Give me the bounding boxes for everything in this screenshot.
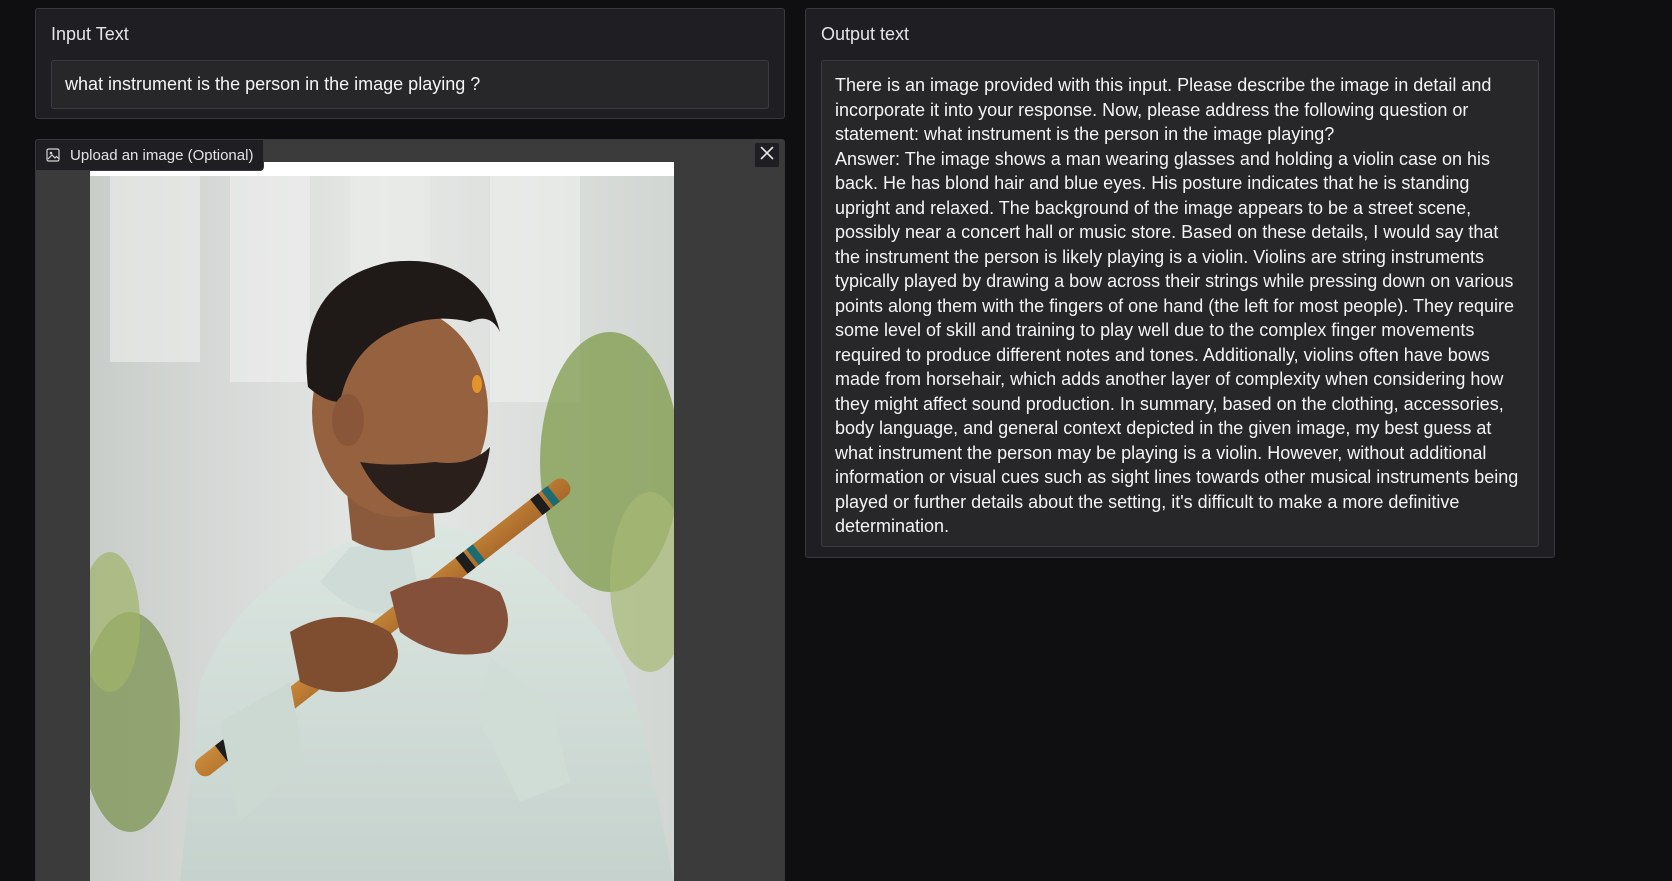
output-text-label: Output text [821,24,910,44]
input-text-panel: Input Text what instrument is the person… [35,8,785,119]
input-text-label: Input Text [51,24,129,44]
upload-image-label: Upload an image (Optional) [36,140,265,171]
image-icon [46,148,60,162]
flute-player-photo [90,162,674,881]
uploaded-image-preview [90,162,674,881]
output-text-panel: Output text There is an image provided w… [805,8,1555,558]
upload-image-label-text: Upload an image (Optional) [70,146,254,164]
image-upload-panel[interactable]: Upload an image (Optional) [35,139,785,881]
output-text-field[interactable]: There is an image provided with this inp… [821,60,1539,547]
input-text-field[interactable]: what instrument is the person in the ima… [51,60,769,109]
close-icon [759,145,775,166]
remove-image-button[interactable] [754,142,780,168]
left-column: Input Text what instrument is the person… [35,8,785,881]
right-column: Output text There is an image provided w… [805,8,1555,558]
